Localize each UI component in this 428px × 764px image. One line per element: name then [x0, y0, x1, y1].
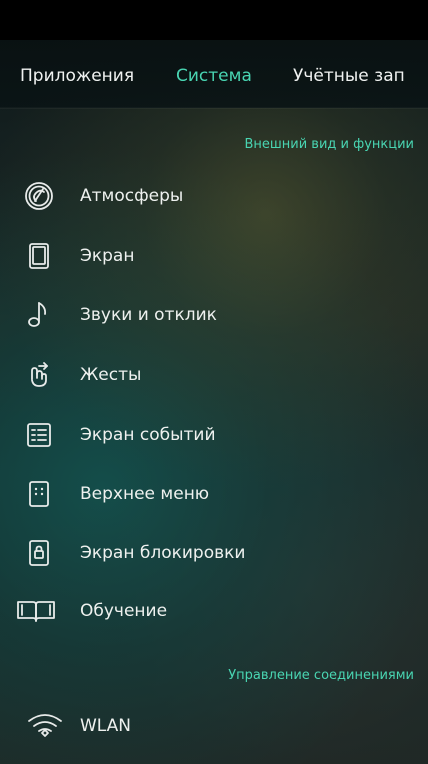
section-header-appearance: Внешний вид и функции — [244, 137, 414, 152]
menu-item-top-menu[interactable]: Верхнее меню — [0, 469, 428, 519]
menu-item-events-screen[interactable]: Экран событий — [0, 410, 428, 460]
tab-bar-divider — [0, 108, 428, 109]
book-icon — [10, 594, 62, 628]
gesture-icon — [22, 358, 56, 392]
menu-item-atmospheres[interactable]: Атмосферы — [0, 171, 428, 221]
menu-label-atmospheres: Атмосферы — [80, 186, 184, 206]
menu-label-lock-screen: Экран блокировки — [80, 543, 246, 563]
events-screen-icon — [22, 418, 56, 452]
tab-applications[interactable]: Приложения — [20, 66, 134, 86]
screen-icon — [22, 239, 56, 273]
wifi-icon — [24, 709, 66, 743]
tab-accounts[interactable]: Учётные зап — [293, 66, 405, 86]
settings-screen: Приложения Система Учётные зап Внешний в… — [0, 0, 428, 764]
tab-system[interactable]: Система — [176, 66, 252, 86]
menu-item-learning[interactable]: Обучение — [0, 586, 428, 636]
menu-label-learning: Обучение — [80, 601, 168, 621]
menu-label-gestures: Жесты — [80, 365, 142, 385]
section-header-connections: Управление соединениями — [228, 668, 414, 683]
top-menu-icon — [22, 477, 56, 511]
menu-item-lock-screen[interactable]: Экран блокировки — [0, 528, 428, 578]
menu-item-screen[interactable]: Экран — [0, 231, 428, 281]
menu-item-sounds[interactable]: Звуки и отклик — [0, 290, 428, 340]
menu-label-events-screen: Экран событий — [80, 425, 216, 445]
music-note-icon — [22, 298, 56, 332]
menu-item-gestures[interactable]: Жесты — [0, 350, 428, 400]
menu-label-top-menu: Верхнее меню — [80, 484, 210, 504]
menu-label-sounds: Звуки и отклик — [80, 305, 217, 325]
atmosphere-icon — [22, 179, 56, 213]
menu-item-wlan[interactable]: WLAN — [0, 701, 428, 751]
tab-bar: Приложения Система Учётные зап — [0, 40, 428, 108]
lock-screen-icon — [22, 536, 56, 570]
status-area — [0, 0, 428, 40]
menu-label-wlan: WLAN — [80, 716, 132, 736]
menu-label-screen: Экран — [80, 246, 135, 266]
